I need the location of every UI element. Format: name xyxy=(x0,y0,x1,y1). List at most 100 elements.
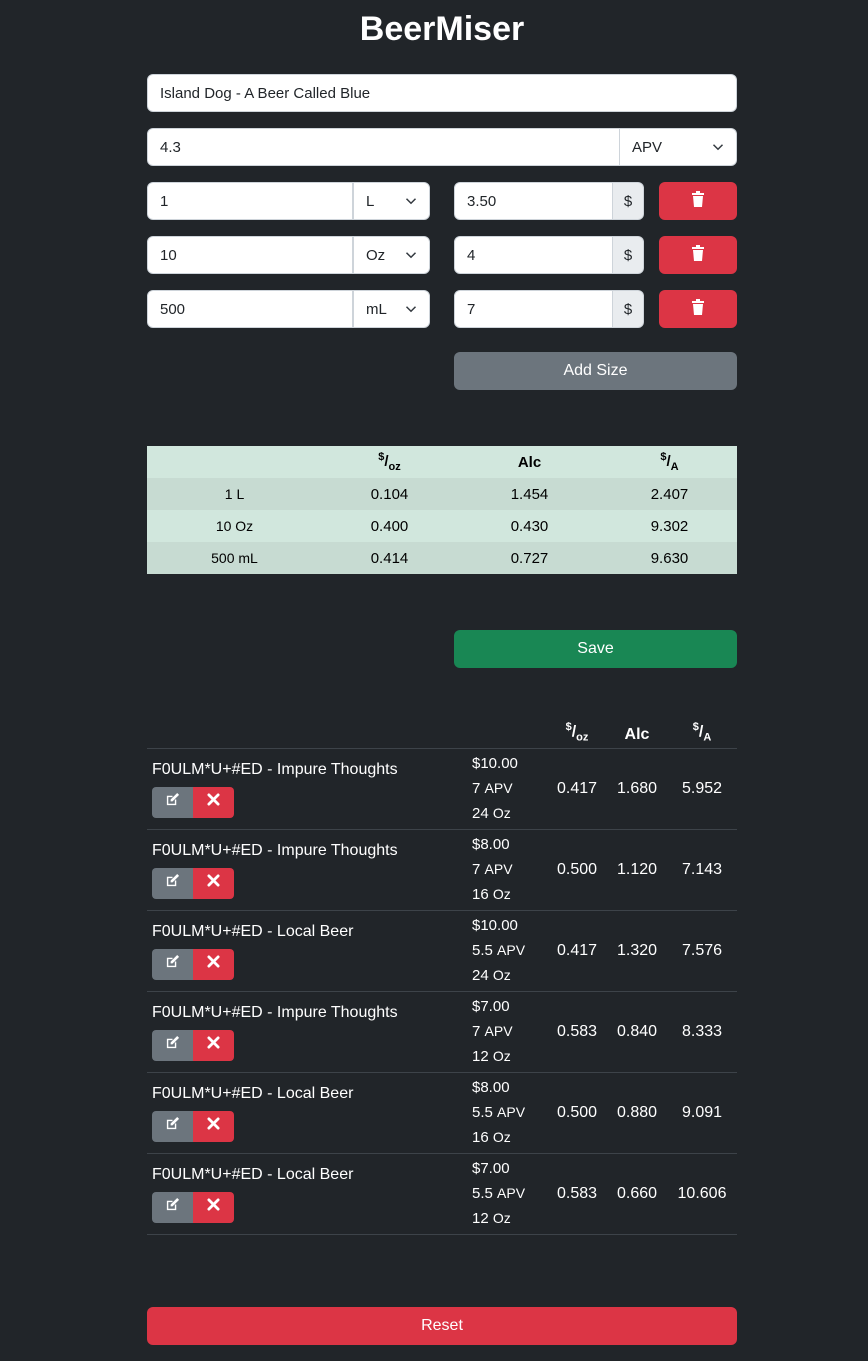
saved-size: 16 xyxy=(472,1128,489,1146)
saved-per-a: 9.091 xyxy=(667,1072,737,1154)
delete-button[interactable] xyxy=(193,867,234,899)
delete-size-button[interactable] xyxy=(659,290,737,328)
saved-row: F0ULM*U+#ED - Impure Thoughts $8.00 7 APV 1… xyxy=(147,829,737,911)
saved-size-unit: Oz xyxy=(492,966,511,983)
volume-unit-select[interactable]: L xyxy=(353,182,430,220)
reset-button[interactable]: Reset xyxy=(147,1307,737,1345)
saved-abv-unit: APV xyxy=(497,941,526,958)
app-container: BeerMiser Island Dog - A Beer Called Blu… xyxy=(147,0,737,1345)
calc-row: 1 L 0.104 1.454 2.407 xyxy=(147,478,737,510)
saved-per-oz: 0.583 xyxy=(547,991,607,1073)
saved-size: 16 xyxy=(472,885,489,903)
saved-size-unit: Oz xyxy=(492,1047,511,1064)
saved-row: F0ULM*U+#ED - Local Beer $10.00 5.5 APV 24 … xyxy=(147,910,737,992)
edit-icon xyxy=(165,1197,180,1217)
calc-size: 1 L xyxy=(147,478,322,510)
chevron-down-icon xyxy=(405,306,417,313)
chevron-down-icon xyxy=(405,198,417,205)
saved-per-oz: 0.417 xyxy=(547,748,607,830)
saved-info-cell: $8.00 7 APV 16 Oz xyxy=(472,829,547,911)
abv-input[interactable]: 4.3 xyxy=(147,128,620,166)
saved-abv-unit: APV xyxy=(484,1022,513,1039)
close-icon xyxy=(207,955,220,973)
edit-icon xyxy=(165,873,180,893)
save-button[interactable]: Save xyxy=(454,630,737,668)
delete-button[interactable] xyxy=(193,1110,234,1142)
saved-alc: 0.660 xyxy=(607,1153,667,1235)
saved-price: $10.00 xyxy=(472,916,518,934)
saved-price: $8.00 xyxy=(472,835,510,853)
saved-abv-unit: APV xyxy=(497,1184,526,1201)
saved-price: $7.00 xyxy=(472,997,510,1015)
saved-row: F0ULM*U+#ED - Local Beer $8.00 5.5 APV 16 O… xyxy=(147,1072,737,1154)
saved-beer-name: F0ULM*U+#ED - Impure Thoughts xyxy=(152,1003,398,1021)
saved-beer-name: F0ULM*U+#ED - Impure Thoughts xyxy=(152,841,398,859)
saved-alc: 0.840 xyxy=(607,991,667,1073)
delete-size-button[interactable] xyxy=(659,182,737,220)
edit-icon xyxy=(165,792,180,812)
calc-alc: 1.454 xyxy=(457,478,602,510)
price-input[interactable]: 3.50 xyxy=(454,182,613,220)
volume-unit-select[interactable]: Oz xyxy=(353,236,430,274)
saved-abv: 5.5 xyxy=(472,1184,493,1202)
saved-row: F0ULM*U+#ED - Impure Thoughts $7.00 7 APV 1… xyxy=(147,991,737,1073)
delete-size-button[interactable] xyxy=(659,236,737,274)
calc-row: 10 Oz 0.400 0.430 9.302 xyxy=(147,510,737,542)
page-title: BeerMiser xyxy=(359,10,525,48)
abv-input-group: 4.3 APV xyxy=(147,128,737,166)
size-row: 10 Oz 4 $ xyxy=(147,236,737,274)
saved-name-cell: F0ULM*U+#ED - Impure Thoughts xyxy=(147,748,472,830)
saved-size-unit: Oz xyxy=(492,1128,511,1145)
price-input[interactable]: 7 xyxy=(454,290,613,328)
delete-button[interactable] xyxy=(193,948,234,980)
delete-button[interactable] xyxy=(193,786,234,818)
saved-info-cell: $8.00 5.5 APV 16 Oz xyxy=(472,1072,547,1154)
volume-unit-label: Oz xyxy=(366,246,386,264)
calc-header-alc: Alc xyxy=(457,446,602,478)
saved-beer-name: F0ULM*U+#ED - Local Beer xyxy=(152,1084,354,1102)
saved-per-oz: 0.500 xyxy=(547,1072,607,1154)
calc-per-oz: 0.414 xyxy=(322,542,457,574)
saved-price: $7.00 xyxy=(472,1159,510,1177)
saved-header-name xyxy=(147,716,472,749)
edit-button[interactable] xyxy=(152,1029,193,1061)
edit-button[interactable] xyxy=(152,948,193,980)
edit-icon xyxy=(165,954,180,974)
abv-unit-label: APV xyxy=(632,138,663,156)
saved-price: $10.00 xyxy=(472,754,518,772)
volume-input[interactable]: 500 xyxy=(147,290,353,328)
close-icon xyxy=(207,874,220,892)
chevron-down-icon xyxy=(405,252,417,259)
edit-button[interactable] xyxy=(152,1191,193,1223)
saved-header-per-oz: $/oz xyxy=(547,716,607,749)
price-input-group: 7 $ xyxy=(454,290,644,328)
abv-unit-select[interactable]: APV xyxy=(620,128,737,166)
saved-size: 24 xyxy=(472,966,489,984)
edit-button[interactable] xyxy=(152,786,193,818)
saved-alc: 1.120 xyxy=(607,829,667,911)
add-size-button[interactable]: Add Size xyxy=(454,352,737,390)
size-row: 1 L 3.50 $ xyxy=(147,182,737,220)
beer-name-input[interactable]: Island Dog - A Beer Called Blue xyxy=(147,74,737,112)
price-input[interactable]: 4 xyxy=(454,236,613,274)
saved-alc: 1.680 xyxy=(607,748,667,830)
volume-unit-select[interactable]: mL xyxy=(353,290,430,328)
close-icon xyxy=(207,1198,220,1216)
calc-alc: 0.430 xyxy=(457,510,602,542)
delete-button[interactable] xyxy=(193,1029,234,1061)
edit-button[interactable] xyxy=(152,867,193,899)
volume-input[interactable]: 10 xyxy=(147,236,353,274)
calc-per-oz: 0.400 xyxy=(322,510,457,542)
currency-addon: $ xyxy=(613,290,644,328)
delete-button[interactable] xyxy=(193,1191,234,1223)
saved-per-a: 8.333 xyxy=(667,991,737,1073)
edit-button[interactable] xyxy=(152,1110,193,1142)
saved-info-cell: $10.00 5.5 APV 24 Oz xyxy=(472,910,547,992)
saved-row: F0ULM*U+#ED - Impure Thoughts $10.00 7 APV… xyxy=(147,748,737,830)
saved-info-cell: $7.00 7 APV 12 Oz xyxy=(472,991,547,1073)
calc-per-a: 2.407 xyxy=(602,478,737,510)
saved-alc: 1.320 xyxy=(607,910,667,992)
saved-per-a: 7.576 xyxy=(667,910,737,992)
saved-size: 24 xyxy=(472,804,489,822)
volume-input[interactable]: 1 xyxy=(147,182,353,220)
